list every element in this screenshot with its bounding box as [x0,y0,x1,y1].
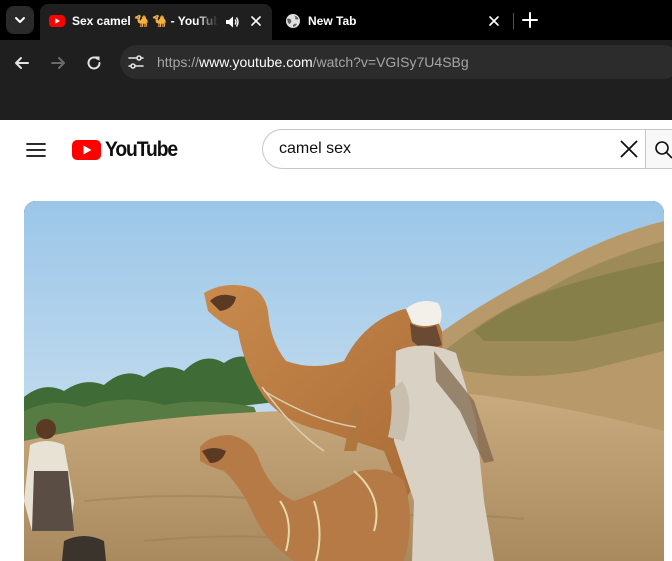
tab-title: New Tab [308,14,357,28]
bookmarks-bar [0,86,672,120]
search-query[interactable]: camel sex [279,140,351,158]
tab-strip: Sex camel 🐪 🐪 - YouTube New Tab [0,0,672,40]
youtube-logo[interactable]: YouTube [72,138,183,162]
address-url: https://www.youtube.com/watch?v=VGISy7U4… [157,54,469,70]
tab-title: Sex camel 🐪 🐪 - YouTube [72,14,218,28]
youtube-play-logo-icon [72,140,101,160]
back-arrow-icon[interactable] [12,53,32,73]
hamburger-menu-icon[interactable] [24,138,48,162]
browser-toolbar: https://www.youtube.com/watch?v=VGISy7U4… [0,40,672,86]
video-frame [24,201,664,561]
close-tab-icon[interactable] [248,13,264,29]
search-button[interactable] [645,129,672,169]
search-input[interactable]: camel sex [262,129,645,169]
youtube-logo-text: YouTube [105,138,178,161]
forward-arrow-icon[interactable] [48,53,68,73]
tab-search-button[interactable] [6,6,34,34]
url-scheme: https:// [157,54,200,70]
search-icon [655,141,672,159]
address-bar[interactable]: https://www.youtube.com/watch?v=VGISy7U4… [120,45,672,79]
tab-youtube[interactable]: Sex camel 🐪 🐪 - YouTube [40,4,272,40]
close-tab-icon[interactable] [486,13,502,29]
new-tab-plus-icon[interactable] [518,8,542,32]
chevron-down-icon [15,17,25,23]
site-settings-icon[interactable] [127,53,145,71]
url-path: /watch?v=VGISy7U4SBg [312,54,469,70]
youtube-favicon-icon [49,15,65,27]
speaker-icon[interactable] [224,14,240,30]
globe-icon [286,14,300,28]
youtube-page: YouTube camel sex [0,120,672,561]
reload-icon[interactable] [84,53,104,73]
clear-search-icon[interactable] [617,137,641,161]
tab-separator [513,13,514,29]
url-host: www.youtube.com [199,54,313,70]
tab-new-tab[interactable]: New Tab [276,4,512,40]
video-player[interactable] [24,201,664,561]
